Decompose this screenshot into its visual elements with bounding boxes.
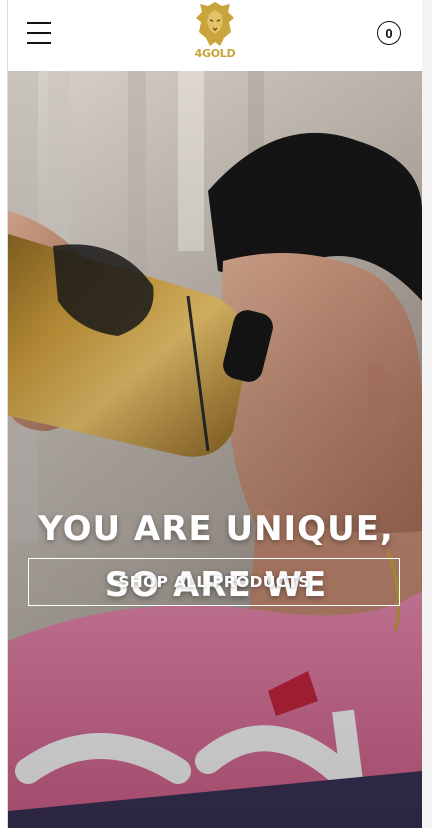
hero-headline-line1: YOU ARE UNIQUE,	[38, 509, 394, 549]
cart-count: 0	[385, 25, 393, 41]
hamburger-menu-icon[interactable]	[27, 21, 51, 45]
right-scroll-gutter	[422, 0, 432, 828]
shop-all-products-button[interactable]: SHOP ALL PRODUCTS	[28, 558, 400, 606]
page: 4GOLD 0 YOU ARE UNIQUE, SO ARE WE SHOP A…	[0, 0, 432, 828]
brand-logo[interactable]: 4GOLD	[192, 0, 238, 62]
lion-head-icon	[196, 2, 234, 46]
cyclist-drinking-photo	[8, 71, 422, 828]
hero-banner: YOU ARE UNIQUE, SO ARE WE SHOP ALL PRODU…	[8, 71, 422, 828]
cart-icon[interactable]: 0	[377, 21, 401, 45]
top-header: 4GOLD 0	[8, 0, 422, 71]
logo-wordmark: 4GOLD	[194, 47, 236, 60]
